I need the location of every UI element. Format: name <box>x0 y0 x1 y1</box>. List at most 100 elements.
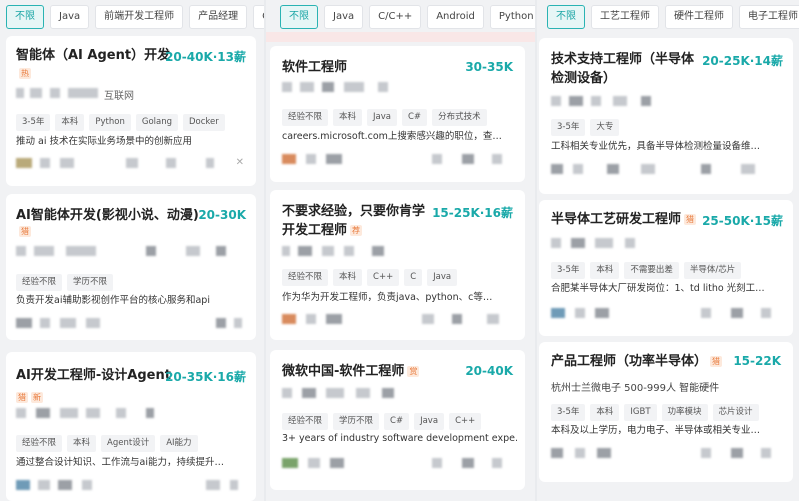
company-blurred <box>282 388 512 399</box>
tag: 经验不限 <box>16 435 63 452</box>
filter-chip[interactable]: C/C++ <box>369 5 422 29</box>
headhunter-badge: 猎 <box>710 356 723 367</box>
new-badge: 新 <box>31 392 43 403</box>
filter-chip[interactable]: Java <box>50 5 90 29</box>
job-description: 负责开发ai辅助影视创作平台的核心服务和api <box>16 295 210 306</box>
recruiter-info-blurred <box>282 314 517 325</box>
tag: 3-5年 <box>551 404 586 421</box>
filter-chip[interactable]: 不限 <box>6 5 44 29</box>
filter-chip[interactable]: 前端开发工程师 <box>95 5 184 29</box>
filter-chip[interactable]: 产品经理 <box>189 5 248 29</box>
tag: C <box>404 269 423 286</box>
tag: 大专 <box>590 119 620 136</box>
company-blurred <box>16 408 246 419</box>
tag: Docker <box>183 114 225 131</box>
close-icon[interactable]: ✕ <box>236 157 244 168</box>
tag: 经验不限 <box>282 269 329 286</box>
job-card[interactable]: 软件工程师 30-35K 经验不限 本科 Java C# 分布式技术 careers.m… <box>270 46 525 182</box>
tag: 半导体/芯片 <box>683 262 742 279</box>
recruiter-info-blurred <box>551 164 783 175</box>
company-info: 杭州士兰微电子 500-999人 智能硬件 <box>551 383 720 394</box>
filter-bar: 不限Java前端开发工程师产品经理C <box>6 5 264 31</box>
filter-chip[interactable]: Java <box>324 5 364 29</box>
job-title: 软件工程师 <box>282 60 348 75</box>
tag: 本科 <box>333 269 363 286</box>
recruiter-info-blurred <box>16 480 246 491</box>
job-title-line-1: 不要求经验，只要你肯学 <box>282 204 426 219</box>
job-description: 本科及以上学历，电力电子、半导体或相关专业… <box>551 425 761 436</box>
tag: 本科 <box>590 404 620 421</box>
job-title: AI智能体开发(影视小说、动漫) <box>16 208 199 223</box>
tag: Golang <box>135 114 179 131</box>
tag-list: 3-5年 本科 不需要出差 半导体/芯片 <box>551 257 746 279</box>
banner-strip <box>266 32 535 42</box>
job-description: 3+ years of industry software developmen… <box>282 433 517 444</box>
tag: 3-5年 <box>551 119 586 136</box>
job-title-text: 微软中国-软件工程师 <box>282 364 405 379</box>
tag: 不需要出差 <box>624 262 679 279</box>
tag-list: 经验不限 学历不限 C# Java C++ <box>282 408 486 430</box>
job-description: 合肥某半导体大厂研发岗位：1、td litho 光刻工… <box>551 283 765 294</box>
job-title-line-2: 检测设备） <box>551 71 617 86</box>
headhunter-badge: 猎 <box>684 214 697 225</box>
company-blurred <box>282 246 512 257</box>
filter-chip[interactable]: 工艺工程师 <box>591 5 659 29</box>
tag: Java <box>427 269 458 286</box>
tag: 本科 <box>590 262 620 279</box>
tag: 学历不限 <box>67 274 114 291</box>
job-card[interactable]: 半导体工艺研发工程师猎 25-50K·15薪 3-5年 本科 不需要出差 半导体/芯片… <box>539 200 793 336</box>
filter-chip[interactable]: Python <box>489 5 535 29</box>
badge-group: 猎新 <box>16 387 43 406</box>
filter-chip[interactable]: 不限 <box>280 5 318 29</box>
tag: 分布式技术 <box>432 109 487 126</box>
job-salary: 20-30K <box>198 208 246 222</box>
job-salary: 20-25K·14薪 <box>702 54 783 68</box>
tag-list: 经验不限 学历不限 <box>16 269 118 291</box>
job-description: 推动 ai 技术在实际业务场景中的创新应用 <box>16 136 193 147</box>
job-card[interactable]: 技术支持工程师（半导体 检测设备） 20-25K·14薪 3-5年 大专 工科相关… <box>539 38 793 194</box>
job-list-column-1: 不限Java前端开发工程师产品经理C 智能体（AI Agent）开发 20-40… <box>0 0 264 501</box>
job-salary: 25-50K·15薪 <box>702 214 783 228</box>
filter-chip[interactable]: 不限 <box>547 5 585 29</box>
headhunter-badge: 猎 <box>16 392 28 403</box>
company-blurred <box>551 96 781 107</box>
tag: AI能力 <box>160 435 198 452</box>
job-salary: 20-40K·13薪 <box>165 50 246 64</box>
recruiter-info-blurred <box>551 448 783 459</box>
tag-list: 3-5年 本科 Python Golang Docker <box>16 109 230 131</box>
job-card[interactable]: AI开发工程师-设计Agent 20-35K·16薪 猎新 经验不限 本科 Agen… <box>6 352 256 501</box>
tag: 芯片设计 <box>712 404 759 421</box>
job-description: 通过整合设计知识、工作流与ai能力，持续提升… <box>16 457 224 468</box>
job-card[interactable]: 产品工程师（功率半导体）猎 15-22K 杭州士兰微电子 500-999人 智能… <box>539 342 793 482</box>
company-logo-blurred <box>16 88 106 99</box>
tag-list: 3-5年 本科 IGBT 功率模块 芯片设计 <box>551 399 764 421</box>
tag: C# <box>384 413 410 430</box>
filter-chip[interactable]: 硬件工程师 <box>665 5 733 29</box>
filter-chip[interactable]: C <box>253 5 264 29</box>
job-title: 产品工程师（功率半导体）猎 <box>551 352 723 371</box>
job-salary: 20-40K <box>465 364 513 378</box>
job-title-line-2: 开发工程师荐 <box>282 221 363 240</box>
job-card[interactable]: 智能体（AI Agent）开发 20-40K·13薪 热 互联网 3-5年 本科 P… <box>6 36 256 186</box>
recruiter-info-blurred <box>551 308 783 319</box>
tag: 本科 <box>333 109 363 126</box>
job-title: AI开发工程师-设计Agent <box>16 368 171 383</box>
filter-bar: 不限 Java C/C++ Android Python <box>280 5 535 31</box>
job-card[interactable]: AI智能体开发(影视小说、动漫) 20-30K 猎 经验不限 学历不限 负责开发a… <box>6 194 256 340</box>
job-card[interactable]: 不要求经验，只要你肯学 开发工程师荐 15-25K·16薪 经验不限 本科 C++ C… <box>270 190 525 340</box>
job-description: 工科相关专业优先，具备半导体检测检量设备维… <box>551 141 761 152</box>
tag: Java <box>367 109 397 126</box>
job-card[interactable]: 微软中国-软件工程师赏 20-40K 经验不限 学历不限 C# Java C++ 3+ … <box>270 350 525 490</box>
tag: 功率模块 <box>661 404 708 421</box>
filter-chip[interactable]: 电子工程师 <box>739 5 799 29</box>
filter-chip[interactable]: Android <box>427 5 484 29</box>
tag: 本科 <box>67 435 97 452</box>
company-blurred <box>551 238 781 249</box>
tag-list: 经验不限 本科 Java C# 分布式技术 <box>282 104 492 126</box>
recruiter-info-blurred <box>282 458 517 469</box>
job-title: 半导体工艺研发工程师猎 <box>551 210 697 229</box>
tag: 3-5年 <box>551 262 586 279</box>
recruiter-info-blurred <box>16 158 236 169</box>
company-blurred <box>16 246 246 257</box>
tag: 3-5年 <box>16 114 51 131</box>
